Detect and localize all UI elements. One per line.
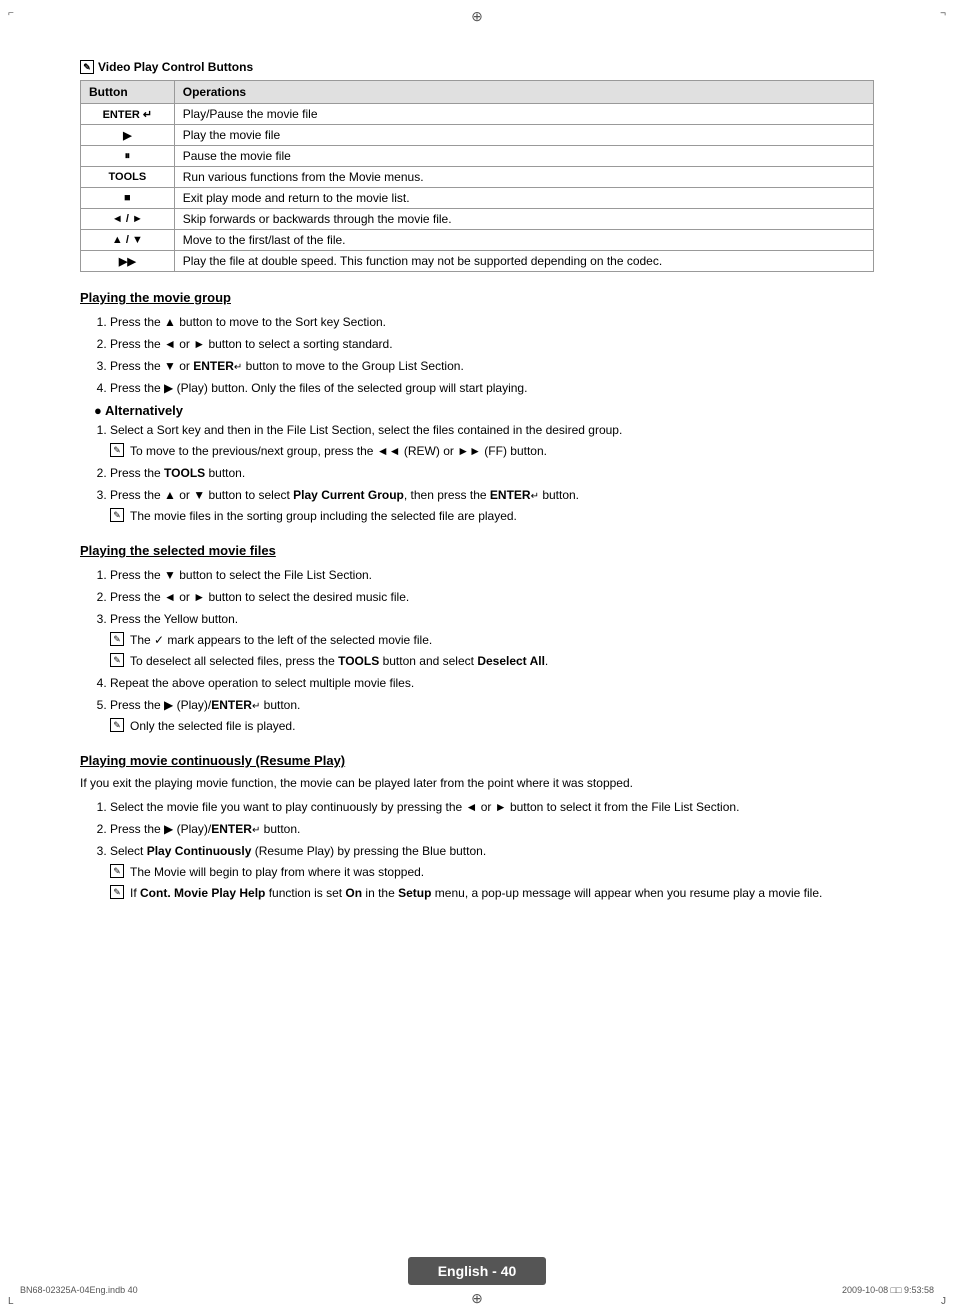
list-item: Select the movie file you want to play c… — [110, 798, 874, 816]
table-cell-button: TOOLS — [81, 167, 175, 188]
list-item: Press the ▶ (Play)/ENTER↵ button. — [110, 820, 874, 838]
table-row: ■Exit play mode and return to the movie … — [81, 188, 874, 209]
note-line: ✎To deselect all selected files, press t… — [110, 652, 874, 670]
list-item: Select a Sort key and then in the File L… — [110, 421, 874, 460]
table-row: ▲ / ▼Move to the first/last of the file. — [81, 230, 874, 251]
corner-mark-bl: L — [8, 1296, 14, 1307]
section2-title: Playing the selected movie files — [80, 543, 874, 558]
note-icon-small: ✎ — [110, 443, 124, 457]
table-col-button: Button — [81, 81, 175, 104]
list-item: Press the TOOLS button. — [110, 464, 874, 482]
table-title: ✎ Video Play Control Buttons — [80, 60, 874, 74]
note-icon-small: ✎ — [110, 508, 124, 522]
list-item: Press the ▶ (Play) button. Only the file… — [110, 379, 874, 397]
list-item: Press the ▲ button to move to the Sort k… — [110, 313, 874, 331]
section2-steps: Press the ▼ button to select the File Li… — [110, 566, 874, 735]
table-cell-operation: Move to the first/last of the file. — [174, 230, 873, 251]
table-cell-operation: Skip forwards or backwards through the m… — [174, 209, 873, 230]
table-row: ⏸Pause the movie file — [81, 146, 874, 167]
crosshair-bottom: ⊕ — [471, 1290, 483, 1307]
table-cell-button: ⏸ — [81, 146, 175, 167]
table-cell-button: ▲ / ▼ — [81, 230, 175, 251]
note-line: ✎The ✓ mark appears to the left of the s… — [110, 631, 874, 649]
note-icon-small: ✎ — [110, 632, 124, 646]
note-icon-small: ✎ — [110, 653, 124, 667]
section1-title: Playing the movie group — [80, 290, 874, 305]
list-item: Press the ▼ button to select the File Li… — [110, 566, 874, 584]
table-cell-button: ◄ / ► — [81, 209, 175, 230]
list-item: Repeat the above operation to select mul… — [110, 674, 874, 692]
list-item: Press the Yellow button.✎The ✓ mark appe… — [110, 610, 874, 670]
section-playing-movie-group: Playing the movie group Press the ▲ butt… — [80, 290, 874, 525]
table-row: ▶▶Play the file at double speed. This fu… — [81, 251, 874, 272]
list-item: Press the ◄ or ► button to select the de… — [110, 588, 874, 606]
crosshair-top: ⊕ — [471, 8, 483, 25]
table-cell-operation: Exit play mode and return to the movie l… — [174, 188, 873, 209]
alt-steps: Select a Sort key and then in the File L… — [110, 421, 874, 525]
table-cell-operation: Play/Pause the movie file — [174, 104, 873, 125]
note-line: ✎If Cont. Movie Play Help function is se… — [110, 884, 874, 902]
table-cell-button: ▶ — [81, 125, 175, 146]
table-cell-operation: Pause the movie file — [174, 146, 873, 167]
video-control-table: Button Operations ENTER ↵Play/Pause the … — [80, 80, 874, 272]
note-line: ✎To move to the previous/next group, pre… — [110, 442, 874, 460]
alternatively-section: ● Alternatively Select a Sort key and th… — [80, 403, 874, 525]
note-line: ✎Only the selected file is played. — [110, 717, 874, 735]
section3-steps: Select the movie file you want to play c… — [110, 798, 874, 902]
table-cell-operation: Play the movie file — [174, 125, 873, 146]
footer-label: English - 40 — [408, 1257, 547, 1285]
bullet-dot: ● Alternatively — [94, 403, 874, 418]
table-row: ENTER ↵Play/Pause the movie file — [81, 104, 874, 125]
note-icon-small: ✎ — [110, 718, 124, 732]
table-cell-operation: Run various functions from the Movie men… — [174, 167, 873, 188]
section1-steps: Press the ▲ button to move to the Sort k… — [110, 313, 874, 397]
note-line: ✎The movie files in the sorting group in… — [110, 507, 874, 525]
note-icon-small: ✎ — [110, 864, 124, 878]
footer-left: BN68-02325A-04Eng.indb 40 — [20, 1285, 138, 1295]
note-icon-table: ✎ — [80, 60, 94, 74]
section3-title: Playing movie continuously (Resume Play) — [80, 753, 874, 768]
list-item: Press the ▶ (Play)/ENTER↵ button.✎Only t… — [110, 696, 874, 735]
section-selected-movie: Playing the selected movie files Press t… — [80, 543, 874, 735]
note-icon-small: ✎ — [110, 885, 124, 899]
section3-intro: If you exit the playing movie function, … — [80, 776, 874, 790]
table-col-operations: Operations — [174, 81, 873, 104]
table-cell-button: ▶▶ — [81, 251, 175, 272]
page: ⌐ ¬ ⊕ ✎ Video Play Control Buttons Butto… — [0, 0, 954, 1315]
table-section: ✎ Video Play Control Buttons Button Oper… — [80, 60, 874, 272]
corner-mark-tl: ⌐ — [8, 8, 14, 19]
table-cell-button: ENTER ↵ — [81, 104, 175, 125]
list-item: Press the ◄ or ► button to select a sort… — [110, 335, 874, 353]
corner-mark-br: J — [941, 1296, 946, 1307]
corner-mark-tr: ¬ — [940, 8, 946, 19]
table-cell-button: ■ — [81, 188, 175, 209]
table-row: TOOLSRun various functions from the Movi… — [81, 167, 874, 188]
list-item: Press the ▼ or ENTER↵ button to move to … — [110, 357, 874, 375]
table-row: ◄ / ►Skip forwards or backwards through … — [81, 209, 874, 230]
table-row: ▶Play the movie file — [81, 125, 874, 146]
section-resume-play: Playing movie continuously (Resume Play)… — [80, 753, 874, 902]
footer-right: 2009-10-08 □□ 9:53:58 — [842, 1285, 934, 1295]
note-line: ✎The Movie will begin to play from where… — [110, 863, 874, 881]
footer: English - 40 — [0, 1257, 954, 1285]
table-cell-operation: Play the file at double speed. This func… — [174, 251, 873, 272]
list-item: Press the ▲ or ▼ button to select Play C… — [110, 486, 874, 525]
list-item: Select Play Continuously (Resume Play) b… — [110, 842, 874, 902]
